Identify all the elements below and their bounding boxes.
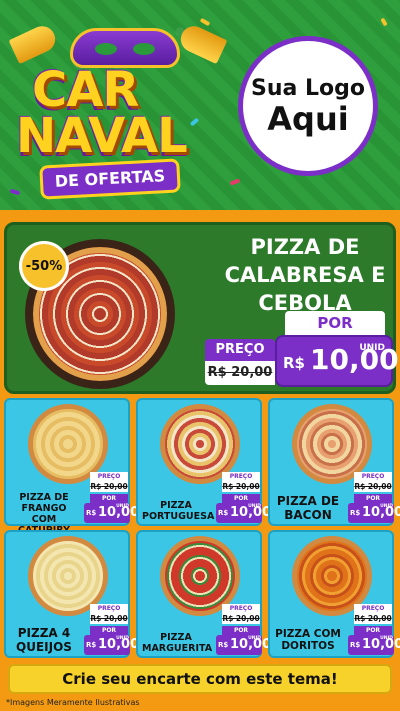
- preco-label: PREÇO: [90, 472, 128, 482]
- por-label: POR: [222, 494, 260, 503]
- price-unit: UNID: [359, 343, 385, 353]
- new-price: R$ 10,00 UNID: [84, 503, 139, 523]
- product-name: PIZZA 4 QUEIJOS: [16, 626, 72, 654]
- product-card[interactable]: PIZZA DE BACON PREÇO R$ 20,00 POR R$ 10,…: [268, 398, 400, 526]
- price-currency: R$: [350, 641, 361, 649]
- disclaimer: *Imagens Meramente Ilustrativas: [6, 698, 140, 707]
- preco-label: PREÇO: [222, 472, 260, 482]
- old-price: R$ 20,00: [90, 482, 128, 492]
- new-price: R$ 10,00 UNID: [216, 635, 271, 655]
- new-price: R$ 10,00 UNID: [275, 335, 399, 387]
- subtitle-badge: DE OFERTAS: [39, 158, 181, 200]
- por-label: POR: [285, 311, 385, 335]
- featured-offer[interactable]: -50% PIZZA DE CALABRESA E CEBOLA POR PRE…: [4, 222, 399, 394]
- price-currency: R$: [86, 509, 97, 517]
- price-unit: UNID: [116, 504, 129, 509]
- por-label: POR: [354, 626, 392, 635]
- product-card[interactable]: PIZZA DE FRANGO COM CATUPIRY PREÇO R$ 20…: [4, 398, 139, 536]
- new-price: R$ 10,00 UNID: [216, 503, 271, 523]
- product-name: PIZZA PORTUGUESA: [142, 500, 215, 522]
- new-price: R$ 10,00 UNID: [348, 503, 400, 523]
- product-name: PIZZA DE BACON: [276, 494, 340, 522]
- confetti: [229, 178, 241, 186]
- new-price: R$ 10,00 UNID: [84, 635, 139, 655]
- por-label: POR: [222, 626, 260, 635]
- product-card[interactable]: PIZZA COM DORITOS PREÇO R$ 20,00 POR R$ …: [268, 530, 400, 658]
- new-price: R$ 10,00 UNID: [348, 635, 400, 655]
- logo-text-line1: Sua Logo: [250, 75, 365, 101]
- preco-label: PREÇO: [90, 604, 128, 614]
- price-value: 10,00: [310, 343, 399, 376]
- product-card[interactable]: PIZZA PORTUGUESA PREÇO R$ 20,00 POR R$ 1…: [136, 398, 271, 526]
- price-unit: UNID: [380, 636, 393, 641]
- price-unit: UNID: [116, 636, 129, 641]
- price-unit: UNID: [248, 636, 261, 641]
- carnival-header: CAR NAVAL DE OFERTAS Sua Logo Aqui: [0, 0, 400, 210]
- title-naval: NAVAL: [16, 108, 188, 164]
- product-name: PIZZA MARGUERITA: [142, 632, 213, 654]
- price-unit: UNID: [380, 504, 393, 509]
- cta-banner[interactable]: Crie seu encarte com este tema!: [8, 664, 392, 694]
- old-price: R$ 20,00: [354, 614, 392, 624]
- old-price: R$ 20,00: [222, 482, 260, 492]
- horn-icon: [176, 21, 228, 65]
- old-price: R$ 20,00: [90, 614, 128, 624]
- por-label: POR: [90, 626, 128, 635]
- confetti: [380, 17, 388, 27]
- preco-label: PREÇO: [354, 604, 392, 614]
- old-price: R$ 20,00: [222, 614, 260, 624]
- discount-badge: -50%: [19, 241, 69, 291]
- preco-label: PREÇO: [354, 472, 392, 482]
- price-currency: R$: [350, 509, 361, 517]
- por-label: POR: [354, 494, 392, 503]
- old-price: R$ 20,00: [205, 361, 275, 385]
- product-card[interactable]: PIZZA 4 QUEIJOS PREÇO R$ 20,00 POR R$ 10…: [4, 530, 139, 658]
- price-currency: R$: [218, 509, 229, 517]
- price-currency: R$: [86, 641, 97, 649]
- price-unit: UNID: [248, 504, 261, 509]
- logo-text-line2: Aqui: [267, 99, 349, 138]
- horn-icon: [8, 21, 60, 65]
- product-card[interactable]: PIZZA MARGUERITA PREÇO R$ 20,00 POR R$ 1…: [136, 530, 271, 658]
- price-currency: R$: [283, 354, 305, 372]
- logo-placeholder[interactable]: Sua Logo Aqui: [238, 36, 378, 176]
- preco-label: PREÇO: [222, 604, 260, 614]
- por-label: POR: [90, 494, 128, 503]
- price-currency: R$: [218, 641, 229, 649]
- old-price: R$ 20,00: [354, 482, 392, 492]
- carnival-title-logo: CAR NAVAL DE OFERTAS: [8, 21, 228, 202]
- product-name: PIZZA COM DORITOS: [275, 628, 341, 652]
- featured-product-name: PIZZA DE CALABRESA E CEBOLA: [224, 235, 386, 315]
- preco-label: PREÇO: [205, 339, 275, 361]
